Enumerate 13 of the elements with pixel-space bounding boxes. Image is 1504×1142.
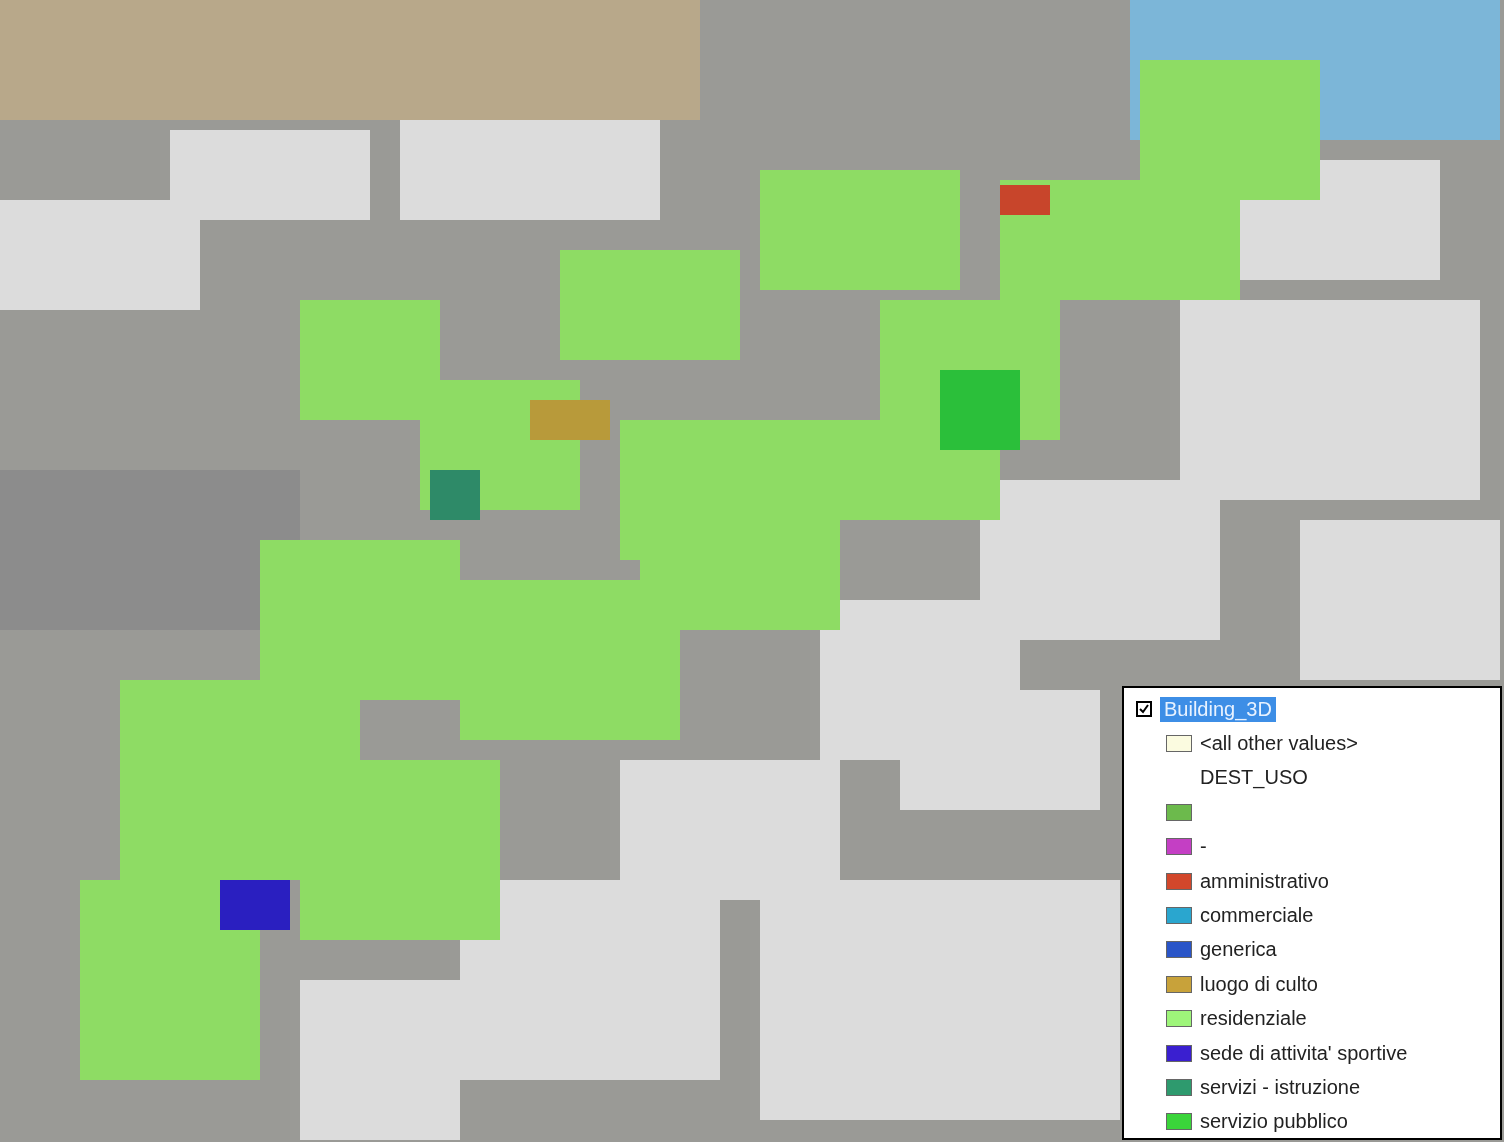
legend-label: amministrativo: [1200, 869, 1329, 893]
legend-label: <all other values>: [1200, 732, 1358, 756]
layer-checkbox[interactable]: [1136, 701, 1152, 718]
legend-label: luogo di culto: [1200, 972, 1318, 996]
legend-label: -: [1200, 835, 1207, 859]
legend-label: generica: [1200, 938, 1277, 962]
layer-name[interactable]: Building_3D: [1160, 696, 1276, 722]
legend-label: servizi - istruzione: [1200, 1076, 1361, 1099]
field-name: DEST_USO: [1199, 766, 1308, 790]
legend-label: residenziale: [1200, 1007, 1307, 1031]
legend-label: servizio pubblico: [1200, 1110, 1348, 1134]
legend-label: commerciale: [1200, 904, 1314, 928]
legend-label: sede di attivita' sportive: [1200, 1041, 1408, 1065]
